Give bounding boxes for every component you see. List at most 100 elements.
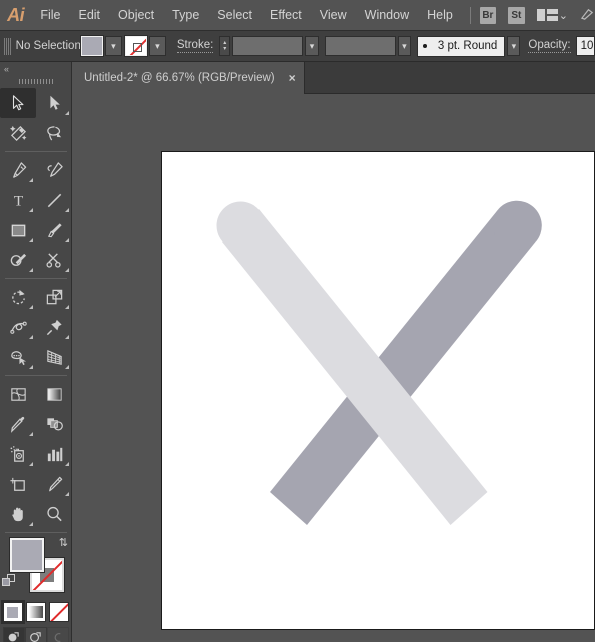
stroke-swatch-none[interactable] — [123, 35, 148, 57]
fill-dropdown-chevron-icon[interactable]: ▾ — [104, 36, 122, 56]
flyout-indicator-icon — [65, 335, 69, 339]
artboard-tool[interactable] — [0, 469, 36, 499]
line-segment-tool[interactable] — [36, 185, 72, 215]
flyout-indicator-icon — [65, 238, 69, 242]
stroke-dropdown-chevron-icon[interactable]: ▾ — [148, 36, 166, 56]
fill-color-box[interactable] — [9, 537, 45, 573]
magic-wand-tool[interactable] — [0, 118, 36, 148]
flyout-indicator-icon — [65, 492, 69, 496]
fill-swatch[interactable] — [79, 35, 104, 57]
menu-object[interactable]: Object — [109, 0, 163, 30]
document-tab-bar: Untitled-2* @ 66.67% (RGB/Preview) × — [0, 62, 595, 94]
color-mode-none[interactable] — [48, 602, 69, 622]
brush-definition-chevron-icon[interactable]: ▾ — [507, 36, 521, 56]
flyout-indicator-icon — [65, 208, 69, 212]
slice-tool[interactable] — [36, 469, 72, 499]
width-tool[interactable] — [0, 312, 36, 342]
rectangle-tool[interactable] — [0, 215, 36, 245]
tools-panel-grip[interactable] — [0, 76, 71, 86]
control-options-bar: No Selection ▾ ▾ Stroke: ▴ ▾ ▾ ▾ 3 pt. Ro… — [0, 30, 595, 62]
search-icon[interactable] — [580, 6, 595, 24]
svg-text:T: T — [13, 192, 23, 209]
fill-color-control[interactable]: ▾ — [79, 35, 122, 57]
tools-divider — [5, 278, 67, 279]
stroke-color-control[interactable]: ▾ — [123, 35, 166, 57]
menu-window[interactable]: Window — [356, 0, 418, 30]
color-mode-solid[interactable] — [0, 600, 25, 624]
opacity-field[interactable]: 10 — [575, 36, 595, 56]
symbol-sprayer-tool[interactable] — [0, 439, 36, 469]
direct-selection-tool[interactable] — [36, 88, 72, 118]
flyout-indicator-icon — [29, 335, 33, 339]
flyout-indicator-icon — [65, 305, 69, 309]
eraser-tool[interactable] — [36, 245, 72, 275]
swap-arrows-icon[interactable]: ⇅ — [59, 536, 68, 549]
flyout-indicator-icon — [29, 522, 33, 526]
menu-select[interactable]: Select — [208, 0, 261, 30]
blend-tool[interactable] — [36, 409, 72, 439]
brush-preview-icon — [422, 44, 427, 48]
pen-tool[interactable] — [0, 155, 36, 185]
stroke-weight-chevron-icon[interactable]: ▾ — [305, 36, 319, 56]
shaper-tool[interactable] — [0, 245, 36, 275]
app-logo-icon: Ai — [7, 4, 25, 25]
hand-tool[interactable] — [0, 499, 36, 529]
stroke-weight-stepper[interactable]: ▴ ▾ — [219, 36, 231, 56]
flyout-indicator-icon — [29, 432, 33, 436]
free-transform-tool[interactable] — [36, 312, 72, 342]
gradient-tool[interactable] — [36, 379, 72, 409]
column-graph-tool[interactable] — [36, 439, 72, 469]
zoom-tool[interactable] — [36, 499, 72, 529]
perspective-grid-tool[interactable] — [36, 342, 72, 372]
document-tab-title: Untitled-2* @ 66.67% (RGB/Preview) — [84, 72, 275, 84]
color-mode-gradient[interactable] — [25, 602, 46, 622]
paintbrush-tool[interactable] — [36, 215, 72, 245]
arrange-documents-icon[interactable] — [536, 7, 558, 23]
drawing-mode-behind[interactable] — [24, 627, 47, 642]
document-tab[interactable]: Untitled-2* @ 66.67% (RGB/Preview) × — [72, 62, 305, 94]
color-mode-row — [0, 600, 71, 624]
opacity-label[interactable]: Opacity: — [528, 39, 571, 53]
drawing-mode-inside[interactable] — [46, 627, 69, 642]
chevron-down-icon[interactable]: ⌄ — [559, 9, 568, 22]
flyout-indicator-icon — [65, 268, 69, 272]
rotate-tool[interactable] — [0, 282, 36, 312]
tools-panel: « T ⇅ — [0, 62, 72, 642]
stroke-weight-field[interactable] — [232, 36, 304, 56]
bridge-button[interactable]: Br — [479, 6, 497, 24]
flyout-indicator-icon — [29, 268, 33, 272]
canvas-area[interactable] — [72, 94, 595, 642]
shape-builder-tool[interactable] — [0, 342, 36, 372]
close-icon[interactable]: × — [289, 71, 296, 85]
curvature-tool[interactable] — [36, 155, 72, 185]
scale-tool[interactable] — [36, 282, 72, 312]
tools-divider — [5, 151, 67, 152]
brush-definition-field[interactable]: 3 pt. Round — [416, 35, 506, 57]
width-profile-field[interactable] — [324, 36, 396, 56]
artboard[interactable] — [161, 151, 595, 630]
fill-stroke-controls: ⇅ — [0, 536, 72, 600]
stroke-weight-label[interactable]: Stroke: — [176, 39, 214, 53]
width-profile-chevron-icon[interactable]: ▾ — [397, 36, 411, 56]
drawing-mode-normal[interactable] — [2, 627, 25, 642]
menu-effect[interactable]: Effect — [261, 0, 311, 30]
menu-type[interactable]: Type — [163, 0, 208, 30]
stock-button[interactable]: St — [508, 6, 525, 24]
options-bar-grip[interactable] — [4, 37, 11, 55]
eyedropper-tool[interactable] — [0, 409, 36, 439]
mesh-tool[interactable] — [0, 379, 36, 409]
artwork-vector-shape[interactable] — [162, 152, 595, 631]
menu-file[interactable]: File — [31, 0, 69, 30]
lasso-tool[interactable] — [36, 118, 72, 148]
menu-edit[interactable]: Edit — [69, 0, 109, 30]
flyout-indicator-icon — [29, 238, 33, 242]
type-tool[interactable]: T — [0, 185, 36, 215]
flyout-indicator-icon — [29, 178, 33, 182]
menu-bar: Ai File Edit Object Type Select Effect V… — [0, 0, 595, 30]
menu-help[interactable]: Help — [418, 0, 462, 30]
flyout-indicator-icon — [29, 365, 33, 369]
tools-panel-collapse[interactable]: « — [0, 62, 71, 76]
selection-tool[interactable] — [0, 88, 36, 118]
menu-view[interactable]: View — [311, 0, 356, 30]
default-fill-stroke-icon[interactable] — [2, 574, 16, 588]
